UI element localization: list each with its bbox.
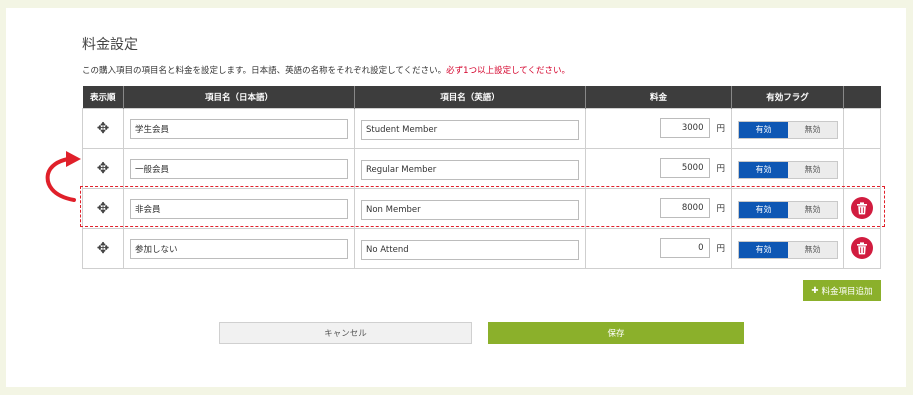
description-text: この購入項目の項目名と料金を設定します。日本語、英語の名称をそれぞれ設定してくだ…	[82, 66, 447, 76]
name-ja-input[interactable]	[130, 239, 348, 259]
enable-toggle: 有効 無効	[738, 121, 838, 139]
cancel-button[interactable]: キャンセル	[219, 322, 472, 344]
flag-cell: 有効 無効	[731, 107, 844, 149]
table-row: ✥ 円 有効無効	[82, 227, 881, 269]
toggle-on-option[interactable]: 有効	[739, 122, 788, 138]
toggle-off-option[interactable]: 無効	[788, 162, 837, 178]
header-flag: 有効フラグ	[731, 86, 844, 108]
flag-cell: 有効 無効	[731, 227, 844, 269]
name-en-input[interactable]	[361, 239, 579, 260]
name-en-cell	[354, 227, 586, 269]
move-handle-icon: ✥	[96, 119, 110, 137]
name-ja-cell	[123, 107, 355, 149]
delete-button[interactable]	[851, 237, 873, 259]
move-handle-icon: ✥	[96, 239, 110, 257]
drag-handle[interactable]: ✥	[82, 107, 124, 149]
section-description: この購入項目の項目名と料金を設定します。日本語、英語の名称をそれぞれ設定してくだ…	[82, 64, 570, 76]
table-row: ✥ 円 有効無効	[82, 147, 881, 189]
yen-unit: 円	[716, 164, 725, 175]
fee-input[interactable]	[660, 238, 711, 259]
name-en-cell	[354, 147, 586, 189]
flag-cell: 有効 無効	[731, 147, 844, 189]
fee-input[interactable]	[660, 158, 711, 179]
name-en-input[interactable]	[361, 199, 579, 220]
header-fee: 料金	[585, 86, 732, 108]
move-handle-icon: ✥	[96, 159, 110, 177]
name-en-input[interactable]	[361, 119, 579, 140]
yen-unit: 円	[716, 124, 725, 135]
fee-cell: 円	[585, 227, 732, 269]
flag-cell: 有効 無効	[731, 187, 844, 229]
enable-toggle: 有効 無効	[738, 161, 838, 179]
action-cell	[843, 187, 881, 229]
toggle-on-option[interactable]: 有効	[739, 162, 788, 178]
enable-toggle: 有効 無効	[738, 201, 838, 219]
header-name-en: 項目名（英語）	[354, 86, 586, 108]
table-header-row: 表示順 項目名（日本語） 項目名（英語） 料金 有効フラグ	[82, 86, 881, 108]
curved-arrow-icon	[45, 151, 81, 202]
add-fee-item-label: 料金項目追加	[821, 286, 873, 297]
trash-icon	[857, 201, 867, 214]
toggle-off-option[interactable]: 無効	[788, 242, 837, 258]
action-cell	[843, 227, 881, 269]
toggle-on-option[interactable]: 有効	[739, 202, 788, 218]
move-handle-icon: ✥	[96, 199, 110, 217]
fee-cell: 円	[585, 147, 732, 189]
name-en-cell	[354, 107, 586, 149]
toggle-off-option[interactable]: 無効	[788, 202, 837, 218]
name-ja-input[interactable]	[130, 199, 348, 219]
action-cell	[843, 107, 881, 149]
name-ja-cell	[123, 187, 355, 229]
section-title: 料金設定	[82, 37, 138, 53]
header-name-ja: 項目名（日本語）	[123, 86, 355, 108]
name-ja-input[interactable]	[130, 159, 348, 179]
name-en-cell	[354, 187, 586, 229]
table-row: ✥ 円 有効無効	[82, 187, 881, 229]
drag-handle[interactable]: ✥	[82, 187, 124, 229]
table-row: ✥ 円 有効無効	[82, 107, 881, 149]
name-ja-cell	[123, 227, 355, 269]
fee-cell: 円	[585, 107, 732, 149]
drag-handle[interactable]: ✥	[82, 147, 124, 189]
yen-unit: 円	[716, 204, 725, 215]
yen-unit: 円	[716, 244, 725, 255]
fee-input[interactable]	[660, 118, 711, 139]
delete-button[interactable]	[851, 197, 873, 219]
name-en-input[interactable]	[361, 159, 579, 180]
fee-input[interactable]	[660, 198, 711, 219]
toggle-off-option[interactable]: 無効	[788, 122, 837, 138]
action-cell	[843, 147, 881, 189]
header-action	[843, 86, 881, 108]
required-note: 必ず1つ以上設定してください。	[446, 66, 571, 76]
trash-icon	[857, 241, 867, 254]
name-ja-cell	[123, 147, 355, 189]
toggle-on-option[interactable]: 有効	[739, 242, 788, 258]
header-order: 表示順	[82, 86, 124, 108]
name-ja-input[interactable]	[130, 119, 348, 139]
save-button[interactable]: 保存	[488, 322, 744, 344]
fee-cell: 円	[585, 187, 732, 229]
enable-toggle: 有効 無効	[738, 241, 838, 259]
fee-table: 表示順 項目名（日本語） 項目名（英語） 料金 有効フラグ ✥円有効無効✥円有効…	[82, 86, 881, 269]
drag-handle[interactable]: ✥	[82, 227, 124, 269]
add-fee-item-button[interactable]: ✚ 料金項目追加	[803, 280, 881, 301]
plus-icon: ✚	[811, 285, 819, 296]
